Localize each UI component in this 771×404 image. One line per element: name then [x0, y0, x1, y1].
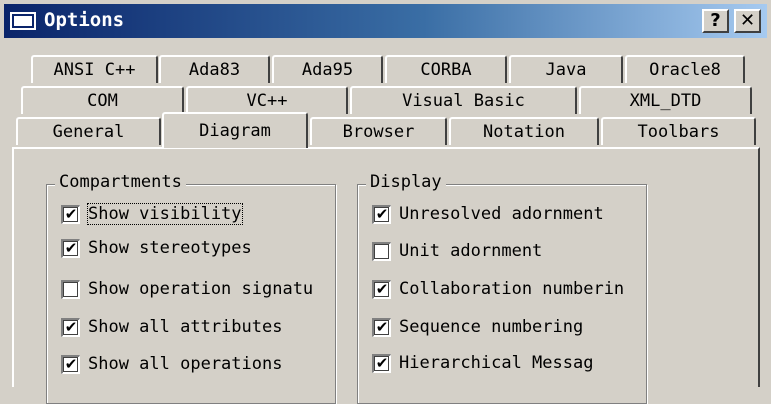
- unit-adornment-option[interactable]: Unit adornment: [372, 241, 542, 261]
- options-dialog: Options ? ✕ ANSI C++ Ada83 Ada95 CORBA J…: [0, 0, 771, 404]
- window-icon: [10, 12, 36, 30]
- show-operation-signature-option[interactable]: Show operation signatu: [61, 279, 313, 299]
- show-stereotypes-label: Show stereotypes: [88, 238, 252, 258]
- tab-java[interactable]: Java: [509, 55, 623, 83]
- show-visibility-checkbox[interactable]: ✔: [61, 204, 80, 224]
- close-button[interactable]: ✕: [734, 9, 761, 33]
- show-visibility-option[interactable]: ✔ Show visibility: [61, 203, 243, 225]
- sequence-numbering-label: Sequence numbering: [399, 317, 584, 337]
- unit-adornment-checkbox[interactable]: [372, 241, 391, 261]
- show-stereotypes-option[interactable]: ✔ Show stereotypes: [61, 238, 252, 258]
- unresolved-adornment-checkbox[interactable]: ✔: [372, 204, 391, 224]
- tab-oracle8[interactable]: Oracle8: [625, 55, 745, 83]
- collaboration-numbering-checkbox[interactable]: ✔: [372, 279, 391, 299]
- show-operation-signature-checkbox[interactable]: [61, 279, 80, 299]
- compartments-group: Compartments ✔ Show visibility ✔ Show st…: [46, 172, 336, 404]
- tab-ada83[interactable]: Ada83: [159, 55, 270, 83]
- tab-toolbars[interactable]: Toolbars: [601, 117, 756, 145]
- tab-notation[interactable]: Notation: [449, 117, 599, 145]
- tab-com[interactable]: COM: [21, 86, 184, 114]
- show-all-attributes-option[interactable]: ✔ Show all attributes: [61, 317, 282, 337]
- hierarchical-messages-option[interactable]: ✔ Hierarchical Messag: [372, 353, 593, 373]
- title-bar[interactable]: Options ? ✕: [4, 4, 767, 38]
- show-all-operations-label: Show all operations: [88, 354, 283, 374]
- tab-ada95[interactable]: Ada95: [272, 55, 383, 83]
- tab-ansi-cpp[interactable]: ANSI C++: [31, 55, 158, 83]
- tab-vcpp[interactable]: VC++: [186, 86, 348, 114]
- tab-xml-dtd[interactable]: XML_DTD: [579, 86, 752, 114]
- diagram-tab-panel: Compartments ✔ Show visibility ✔ Show st…: [12, 147, 760, 404]
- sequence-numbering-option[interactable]: ✔ Sequence numbering: [372, 317, 583, 337]
- show-all-attributes-label: Show all attributes: [88, 317, 283, 337]
- collaboration-numbering-option[interactable]: ✔ Collaboration numberin: [372, 279, 624, 299]
- show-all-attributes-checkbox[interactable]: ✔: [61, 317, 80, 337]
- window-title: Options: [44, 9, 125, 31]
- display-legend: Display: [366, 172, 446, 192]
- unit-adornment-label: Unit adornment: [399, 241, 543, 261]
- hierarchical-messages-checkbox[interactable]: ✔: [372, 353, 391, 373]
- hierarchical-messages-label: Hierarchical Messag: [399, 353, 594, 373]
- show-all-operations-option[interactable]: ✔ Show all operations: [61, 354, 282, 374]
- show-stereotypes-checkbox[interactable]: ✔: [61, 238, 80, 258]
- unresolved-adornment-label: Unresolved adornment: [399, 204, 604, 224]
- collaboration-numbering-label: Collaboration numberin: [399, 279, 625, 299]
- tab-browser[interactable]: Browser: [310, 117, 447, 145]
- display-group: Display ✔ Unresolved adornment Unit ador…: [357, 172, 647, 404]
- tab-corba[interactable]: CORBA: [385, 55, 507, 83]
- show-operation-signature-label: Show operation signatu: [88, 279, 314, 299]
- unresolved-adornment-option[interactable]: ✔ Unresolved adornment: [372, 204, 604, 224]
- show-visibility-label: Show visibility: [87, 203, 243, 225]
- show-all-operations-checkbox[interactable]: ✔: [61, 354, 80, 374]
- tab-general[interactable]: General: [16, 117, 161, 145]
- tab-diagram[interactable]: Diagram: [162, 112, 308, 148]
- compartments-legend: Compartments: [55, 172, 186, 192]
- help-button[interactable]: ?: [702, 9, 729, 33]
- tab-visual-basic[interactable]: Visual Basic: [350, 86, 577, 114]
- sequence-numbering-checkbox[interactable]: ✔: [372, 317, 391, 337]
